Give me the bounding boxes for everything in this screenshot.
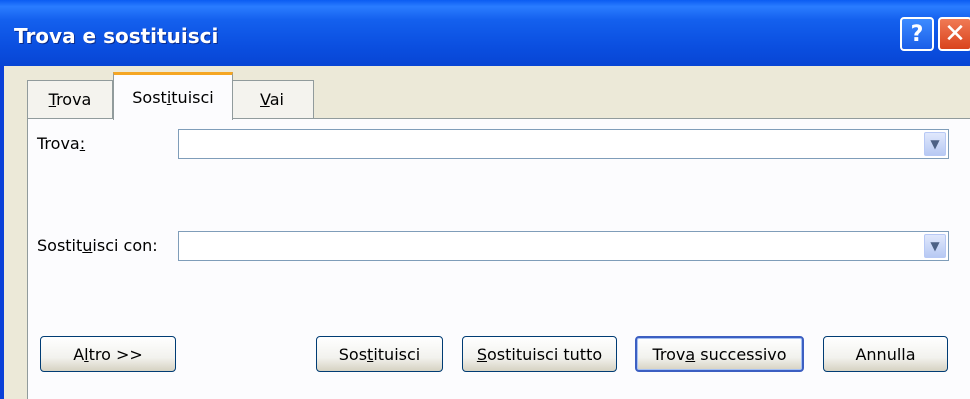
replace-label: Sostituisci con:	[37, 236, 158, 255]
chevron-down-icon: ▼	[930, 239, 940, 253]
close-button[interactable]: ✕	[938, 17, 970, 51]
tab-sostituisci[interactable]: Sostituisci	[113, 72, 233, 120]
title-bar[interactable]: Trova e sostituisci ? ✕	[0, 0, 970, 66]
find-next-button[interactable]: Trova successivo	[635, 336, 804, 372]
tab-vai-label: Vai	[260, 90, 284, 109]
tab-trova-label: Trova	[48, 90, 92, 109]
find-label: Trova:	[37, 134, 86, 153]
cancel-button-label: Annulla	[855, 344, 916, 364]
replace-combobox[interactable]: ▼	[178, 231, 949, 261]
help-button[interactable]: ?	[900, 17, 934, 51]
replace-all-button[interactable]: Sostituisci tutto	[462, 336, 617, 372]
more-button-label: Altro >>	[73, 344, 143, 364]
more-button[interactable]: Altro >>	[40, 336, 176, 372]
tab-trova[interactable]: Trova	[27, 80, 113, 118]
dialog-title: Trova e sostituisci	[14, 24, 219, 48]
close-icon: ✕	[944, 19, 966, 49]
tab-vai[interactable]: Vai	[230, 80, 314, 118]
replace-button-label: Sostituisci	[338, 344, 421, 364]
find-next-button-label: Trova successivo	[652, 344, 787, 364]
replace-all-button-label: Sostituisci tutto	[476, 344, 603, 364]
chevron-down-icon: ▼	[930, 137, 940, 151]
find-combobox[interactable]: ▼	[178, 129, 949, 159]
help-icon: ?	[910, 21, 924, 47]
tab-sostituisci-label: Sostituisci	[132, 88, 214, 107]
cancel-button[interactable]: Annulla	[823, 336, 948, 372]
replace-button[interactable]: Sostituisci	[316, 336, 443, 372]
find-dropdown-button[interactable]: ▼	[924, 132, 946, 156]
replace-dropdown-button[interactable]: ▼	[924, 234, 946, 258]
